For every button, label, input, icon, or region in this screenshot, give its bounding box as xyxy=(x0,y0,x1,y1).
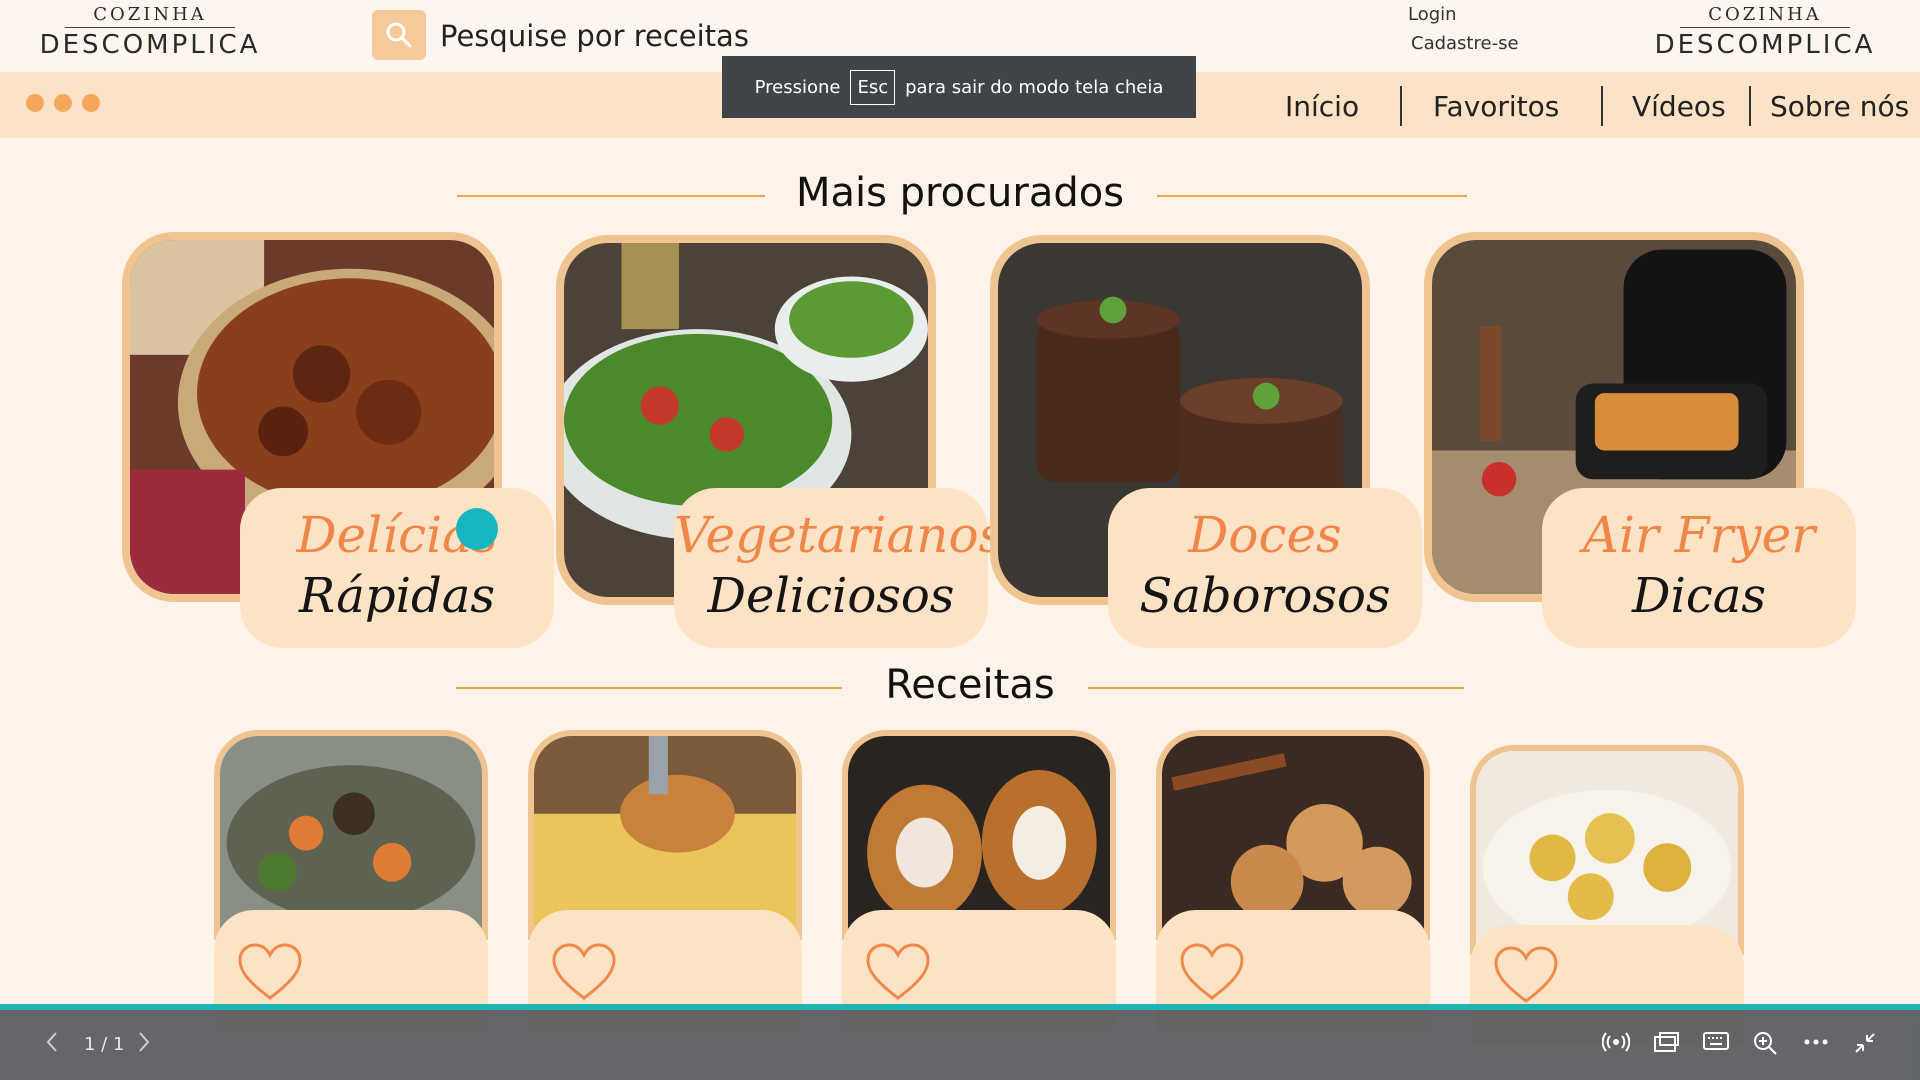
pointer-highlight xyxy=(456,508,498,550)
nav-item-label: Início xyxy=(1285,89,1360,123)
search-input[interactable] xyxy=(438,16,1322,56)
more-options-button[interactable] xyxy=(1802,1030,1830,1054)
nav-favoritos[interactable]: Favoritos xyxy=(1433,86,1559,126)
recipe-image xyxy=(1156,730,1430,940)
logo-small-text: COZINHA xyxy=(93,4,207,25)
recipe-image xyxy=(1470,745,1744,955)
section-title-popular: Mais procurados xyxy=(795,170,1125,216)
zoom-in-icon xyxy=(1754,1032,1777,1055)
menu-dots-icon[interactable] xyxy=(26,94,100,112)
nav-divider xyxy=(1400,86,1402,126)
chevron-right-icon xyxy=(139,1032,150,1052)
section-divider xyxy=(1088,687,1464,689)
recipe-card[interactable] xyxy=(1156,730,1430,1030)
nav-videos[interactable]: Vídeos xyxy=(1632,86,1726,126)
signup-link[interactable]: Cadastre-se xyxy=(1378,33,1548,54)
esc-key: Esc xyxy=(850,69,896,105)
category-line1: Air Fryer xyxy=(1582,506,1816,564)
recipe-card[interactable] xyxy=(528,730,802,1030)
presentation-toolbar: 1 / 1 xyxy=(0,1010,1920,1080)
nav-item-label: Favoritos xyxy=(1433,89,1560,123)
nav-item-label: Vídeos xyxy=(1632,89,1726,123)
exit-fullscreen-icon xyxy=(1855,1033,1875,1053)
window-mode-button[interactable] xyxy=(1652,1030,1680,1054)
category-line2: Dicas xyxy=(1632,568,1766,624)
logo-rule xyxy=(65,27,235,28)
window-icon xyxy=(1654,1032,1679,1052)
zoom-button[interactable] xyxy=(1752,1030,1778,1056)
search-button[interactable] xyxy=(372,10,426,60)
logo-big-text: DESCOMPLICA xyxy=(39,30,261,60)
logo-small-text: COZINHA xyxy=(1708,4,1822,25)
favorite-heart-icon[interactable] xyxy=(1178,942,1246,1002)
recipe-image xyxy=(528,730,802,940)
recipe-image xyxy=(842,730,1116,940)
broadcast-icon xyxy=(1602,1032,1630,1052)
recipe-card[interactable] xyxy=(214,730,488,1030)
category-card-air-fryer[interactable]: Air Fryer Dicas xyxy=(1542,488,1856,648)
category-line1: Delícias xyxy=(296,506,498,564)
category-line2: Deliciosos xyxy=(707,568,955,624)
keyboard-button[interactable] xyxy=(1702,1030,1730,1052)
search-bar xyxy=(372,10,1352,60)
category-card-doces-saborosos[interactable]: Doces Saborosos xyxy=(1108,488,1422,648)
broadcast-button[interactable] xyxy=(1602,1030,1630,1054)
favorite-heart-icon[interactable] xyxy=(550,942,618,1002)
favorite-heart-icon[interactable] xyxy=(236,942,304,1002)
recipe-image xyxy=(214,730,488,940)
category-line2: Saborosos xyxy=(1139,568,1391,624)
nav-sobre-nos[interactable]: Sobre nós xyxy=(1770,86,1909,126)
login-link[interactable]: Login xyxy=(1378,4,1548,25)
nav-inicio[interactable]: Início xyxy=(1285,86,1359,126)
section-divider xyxy=(456,687,842,689)
prev-page-button[interactable] xyxy=(44,1030,60,1054)
nav-item-label: Sobre nós xyxy=(1770,89,1910,123)
category-line1: Doces xyxy=(1188,506,1342,564)
category-line2: Rápidas xyxy=(299,568,495,624)
favorite-heart-icon[interactable] xyxy=(864,942,932,1002)
recipe-card[interactable] xyxy=(842,730,1116,1030)
page-indicator: 1 / 1 xyxy=(84,1034,125,1055)
next-page-button[interactable] xyxy=(136,1030,152,1054)
logo-big-text: DESCOMPLICA xyxy=(1654,30,1876,60)
site-logo-left[interactable]: COZINHA DESCOMPLICA xyxy=(30,4,270,60)
favorite-heart-icon[interactable] xyxy=(1492,945,1560,1005)
site-logo-right[interactable]: COZINHA DESCOMPLICA xyxy=(1645,4,1885,60)
section-divider xyxy=(1157,195,1467,197)
keyboard-icon xyxy=(1703,1032,1729,1050)
nav-divider xyxy=(1749,86,1751,126)
fullscreen-toast: Pressione Esc para sair do modo tela che… xyxy=(722,56,1196,118)
toast-text-before: Pressione xyxy=(754,76,841,98)
search-icon xyxy=(386,22,412,48)
category-line1: Vegetarianos xyxy=(674,506,1005,564)
section-title-recipes: Receitas xyxy=(885,662,1055,708)
category-card-delicias-rapidas[interactable]: Delícias Rápidas xyxy=(240,488,554,648)
category-card-vegetarianos[interactable]: Vegetarianos Deliciosos xyxy=(674,488,1005,648)
toast-text-after: para sair do modo tela cheia xyxy=(905,76,1164,98)
section-divider xyxy=(457,195,765,197)
exit-fullscreen-button[interactable] xyxy=(1852,1030,1878,1056)
recipe-card[interactable] xyxy=(1470,745,1744,1045)
logo-rule xyxy=(1680,27,1850,28)
auth-links: Login Cadastre-se xyxy=(1378,4,1548,62)
nav-divider xyxy=(1601,86,1603,126)
chevron-left-icon xyxy=(46,1032,57,1052)
more-horizontal-icon xyxy=(1804,1039,1828,1045)
